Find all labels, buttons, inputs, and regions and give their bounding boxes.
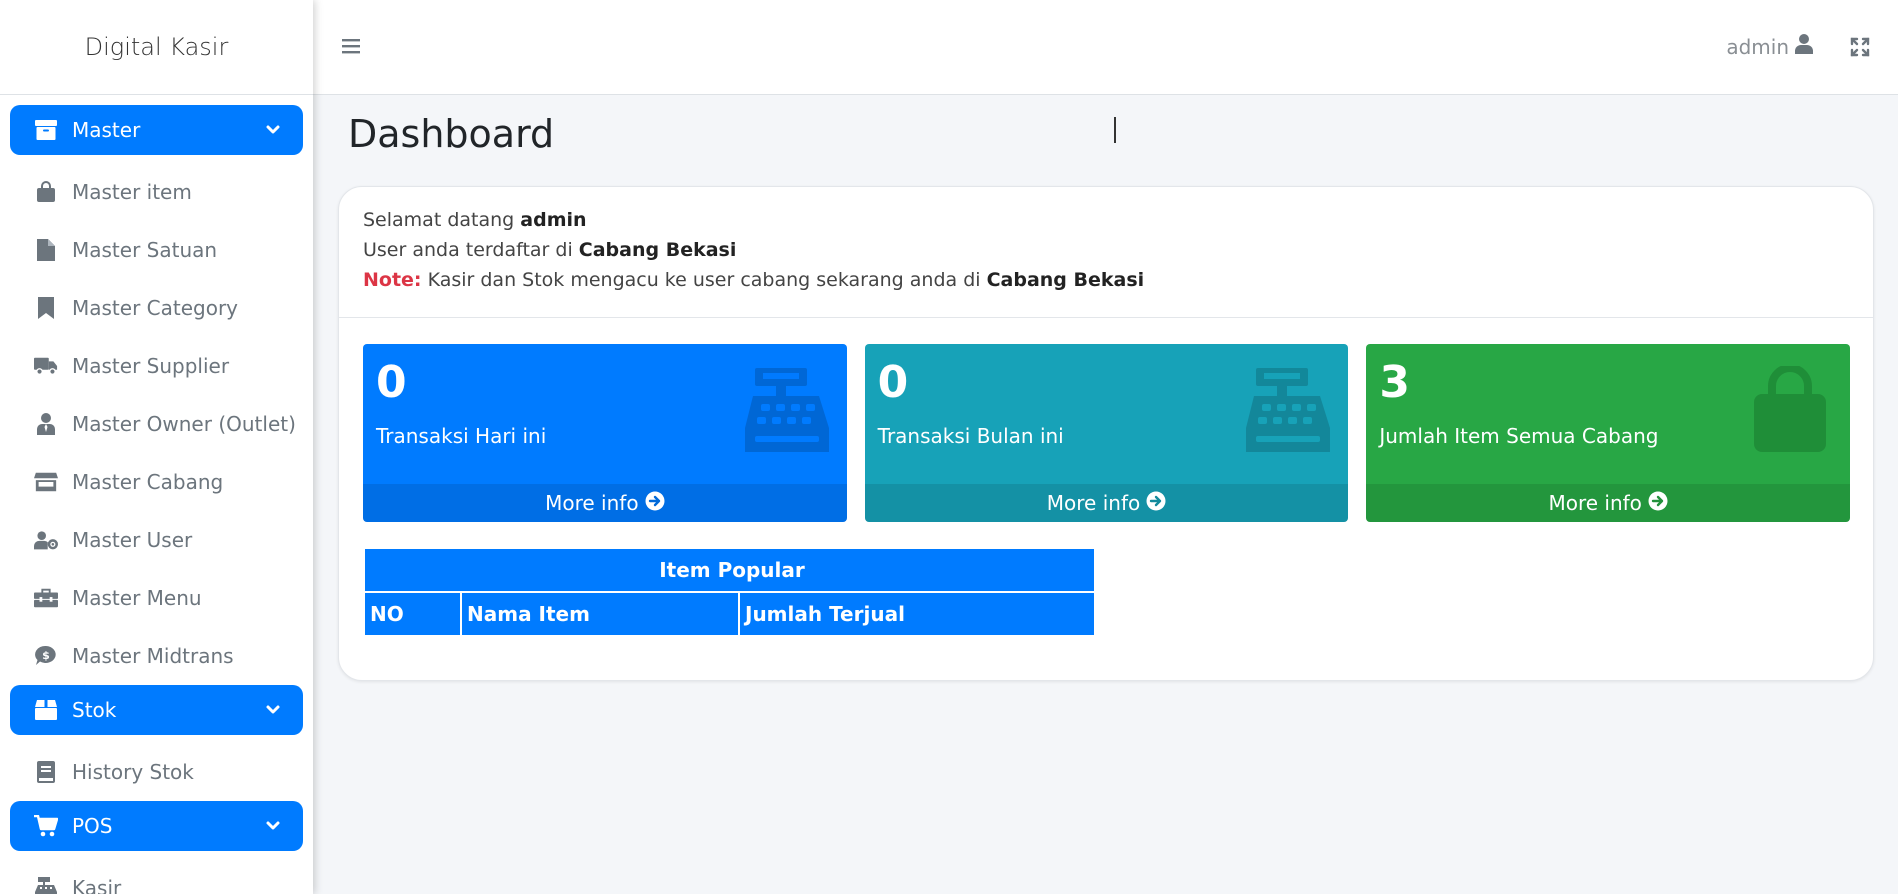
sidebar-group-label: Stok xyxy=(72,698,117,722)
sidebar-item-master-cabang[interactable]: Master Cabang xyxy=(0,453,313,511)
sidebar-nav: Master Master item Master Satuan Master … xyxy=(0,95,313,894)
stat-label: Transaksi Hari ini xyxy=(376,424,547,448)
column-header-jumlah-terjual: Jumlah Terjual xyxy=(738,591,1096,637)
sidebar-item-label: Master User xyxy=(72,528,193,552)
sidebar-item-label: Master Midtrans xyxy=(72,644,234,668)
stat-box-jumlah-item: 3 Jumlah Item Semua Cabang More info xyxy=(1366,344,1851,522)
sidebar-item-label: Master Menu xyxy=(72,586,202,610)
chevron-down-icon xyxy=(263,816,283,836)
truck-icon xyxy=(34,354,58,378)
more-info-label: More info xyxy=(1046,491,1141,515)
more-info-link[interactable]: More info xyxy=(864,484,1349,522)
sidebar-item-master-supplier[interactable]: Master Supplier xyxy=(0,337,313,395)
sidebar-item-master-item[interactable]: Master item xyxy=(0,163,313,221)
user-name: admin xyxy=(1726,34,1789,59)
dashboard-card: Selamat datang admin User anda terdaftar… xyxy=(338,186,1874,681)
cash-register-icon xyxy=(743,366,831,454)
column-header-no: NO xyxy=(363,591,462,637)
stat-label: Transaksi Bulan ini xyxy=(877,424,1064,448)
store-icon xyxy=(34,470,58,494)
stat-value: 0 xyxy=(877,357,909,408)
arrow-circle-right-icon xyxy=(1648,491,1668,516)
more-info-label: More info xyxy=(545,491,639,515)
expand-icon[interactable] xyxy=(1850,37,1870,57)
more-info-link[interactable]: More info xyxy=(1366,484,1851,522)
sidebar: Digital Kasir Master Master item Master … xyxy=(0,0,313,894)
arrow-circle-right-icon xyxy=(1146,491,1166,516)
stat-box-transaksi-hari-ini: 0 Transaksi Hari ini More info xyxy=(363,344,847,522)
note-branch: Cabang Bekasi xyxy=(986,269,1145,291)
comment-dollar-icon: $ xyxy=(34,644,58,668)
stat-value: 0 xyxy=(376,357,407,408)
sidebar-item-master-satuan[interactable]: Master Satuan xyxy=(0,221,313,279)
sidebar-item-kasir[interactable]: Kasir xyxy=(0,859,313,894)
page-title: Dashboard xyxy=(348,112,555,156)
sidebar-group-pos[interactable]: POS xyxy=(10,801,303,851)
note-text: Kasir dan Stok mengacu ke user cabang se… xyxy=(427,269,981,291)
topbar: admin xyxy=(313,0,1898,95)
sidebar-item-master-menu[interactable]: Master Menu xyxy=(0,569,313,627)
sidebar-item-history-stok[interactable]: History Stok xyxy=(0,743,313,801)
table-title-row: Item Popular xyxy=(363,547,1096,593)
column-header-nama-item: Nama Item xyxy=(460,591,740,637)
welcome-line-1: Selamat datang admin xyxy=(363,205,1849,235)
file-icon xyxy=(34,238,58,262)
sidebar-item-master-user[interactable]: Master User xyxy=(0,511,313,569)
welcome-user: admin xyxy=(520,209,587,231)
note-label: Note: xyxy=(363,269,422,291)
welcome-note: Note: Kasir dan Stok mengacu ke user cab… xyxy=(363,265,1849,295)
cash-register-icon xyxy=(1244,366,1332,454)
welcome-text: Selamat datang xyxy=(363,209,515,231)
sidebar-item-master-midtrans[interactable]: $ Master Midtrans xyxy=(0,627,313,685)
sidebar-item-label: Master Cabang xyxy=(72,470,224,494)
more-info-label: More info xyxy=(1548,491,1642,515)
brand-logo[interactable]: Digital Kasir xyxy=(0,0,313,95)
sidebar-group-label: Master xyxy=(72,118,141,142)
popular-items-table: Item Popular NO Nama Item Jumlah Terjual xyxy=(363,547,1096,637)
stat-value: 3 xyxy=(1379,357,1410,408)
registered-text: User anda terdaftar di xyxy=(363,239,573,261)
stat-box-transaksi-bulan-ini: 0 Transaksi Bulan ini More info xyxy=(864,344,1349,522)
sidebar-item-master-owner[interactable]: Master Owner (Outlet) xyxy=(0,395,313,453)
box-icon xyxy=(34,698,58,722)
arrow-circle-right-icon xyxy=(645,491,665,516)
welcome-message: Selamat datang admin User anda terdaftar… xyxy=(339,187,1873,318)
toolbox-icon xyxy=(34,586,58,610)
stat-boxes: 0 Transaksi Hari ini More info 0 Transak… xyxy=(363,344,1851,522)
user-menu[interactable]: admin xyxy=(1726,34,1813,59)
sidebar-item-label: Master Supplier xyxy=(72,354,230,378)
table-title: Item Popular xyxy=(363,547,1096,593)
sidebar-group-label: POS xyxy=(72,814,113,838)
book-icon xyxy=(34,760,58,784)
sidebar-item-label: Kasir xyxy=(72,876,122,894)
sidebar-item-label: Master item xyxy=(72,180,192,204)
cart-icon xyxy=(34,814,58,838)
user-icon xyxy=(1795,34,1813,59)
sidebar-item-label: History Stok xyxy=(72,760,194,784)
sidebar-item-label: Master Category xyxy=(72,296,239,320)
welcome-line-2: User anda terdaftar di Cabang Bekasi xyxy=(363,235,1849,265)
registered-branch: Cabang Bekasi xyxy=(578,239,737,261)
sidebar-item-master-category[interactable]: Master Category xyxy=(0,279,313,337)
bookmark-icon xyxy=(34,296,58,320)
cash-register-icon xyxy=(34,876,58,894)
user-cog-icon xyxy=(34,528,58,552)
chevron-down-icon xyxy=(263,700,283,720)
shopping-bag-icon xyxy=(1746,364,1834,454)
text-cursor xyxy=(1114,117,1116,143)
table-header-row: NO Nama Item Jumlah Terjual xyxy=(363,591,1096,637)
svg-text:$: $ xyxy=(42,649,50,662)
more-info-link[interactable]: More info xyxy=(363,484,847,522)
user-tie-icon xyxy=(34,412,58,436)
sidebar-group-stok[interactable]: Stok xyxy=(10,685,303,735)
menu-toggle-icon[interactable] xyxy=(342,38,360,56)
shopping-bag-icon xyxy=(34,180,58,204)
sidebar-group-master[interactable]: Master xyxy=(10,105,303,155)
archive-icon xyxy=(34,118,58,142)
chevron-down-icon xyxy=(263,120,283,140)
sidebar-item-label: Master Owner (Outlet) xyxy=(72,412,296,436)
stat-label: Jumlah Item Semua Cabang xyxy=(1379,424,1659,448)
sidebar-item-label: Master Satuan xyxy=(72,238,218,262)
